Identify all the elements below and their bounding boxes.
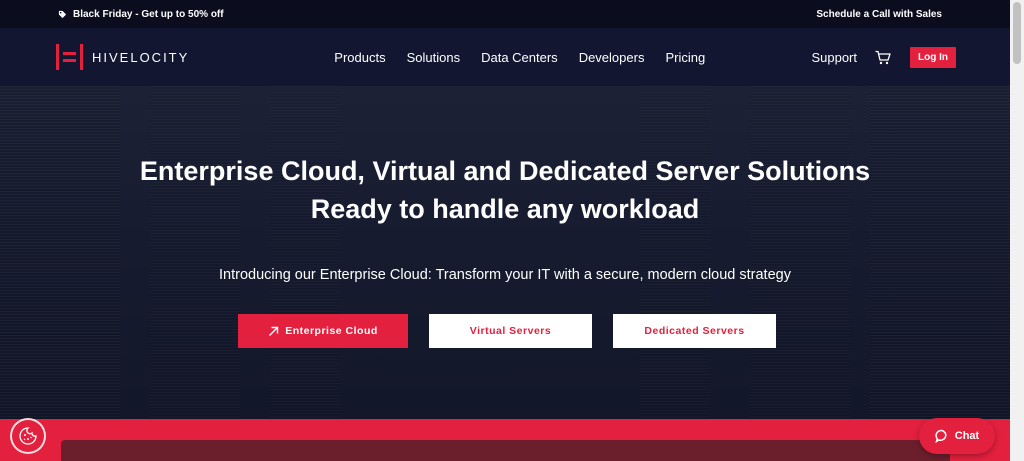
hero-title-line-1: Enterprise Cloud, Virtual and Dedicated … [139,156,871,186]
hero-subtitle: Introducing our Enterprise Cloud: Transf… [219,267,791,283]
nav-right: Support Log In [811,46,956,68]
cookie-settings-button[interactable] [10,418,46,454]
scrollbar-thumb[interactable] [1013,2,1021,64]
chat-button[interactable]: Chat [919,418,995,454]
nav-pricing[interactable]: Pricing [665,50,705,65]
chat-label: Chat [954,430,980,442]
enterprise-cloud-label: Enterprise Cloud [285,325,378,337]
schedule-call-link[interactable]: Schedule a Call with Sales [816,9,942,20]
tag-icon [58,10,67,18]
main-navbar: HIVELOCITY Products Solutions Data Cente… [0,28,1010,86]
promo-card [61,440,950,461]
cta-row: Enterprise Cloud Virtual Servers Dedicat… [238,314,776,348]
promo-banner[interactable]: Black Friday - Get up to 50% off [58,9,224,20]
hero-title-line-2: Ready to handle any workload [310,194,700,224]
nav-support[interactable]: Support [811,50,857,65]
hivelocity-logo-icon [56,44,83,70]
scrollbar-track[interactable] [1010,0,1024,461]
cart-icon[interactable] [875,50,891,65]
hero-overlay [0,86,1010,419]
enterprise-cloud-button[interactable]: Enterprise Cloud [238,314,408,348]
promo-text: Black Friday - Get up to 50% off [73,8,224,20]
virtual-servers-button[interactable]: Virtual Servers [429,314,592,348]
nav-developers[interactable]: Developers [579,50,645,65]
logo[interactable]: HIVELOCITY [56,44,189,70]
hero-title: Enterprise Cloud, Virtual and Dedicated … [0,152,1010,228]
dedicated-servers-button[interactable]: Dedicated Servers [613,314,776,348]
nav-solutions[interactable]: Solutions [407,50,460,65]
logo-text: HIVELOCITY [92,49,190,65]
promo-bar: Black Friday - Get up to 50% off Schedul… [0,0,1010,28]
hero-section: Enterprise Cloud, Virtual and Dedicated … [0,86,1010,419]
nav-links: Products Solutions Data Centers Develope… [334,50,705,65]
arrow-up-right-icon [269,326,279,336]
chat-bubble-icon [935,429,947,443]
nav-data-centers[interactable]: Data Centers [481,50,558,65]
cookie-icon [19,427,37,445]
nav-products[interactable]: Products [334,50,385,65]
login-button[interactable]: Log In [910,46,956,68]
